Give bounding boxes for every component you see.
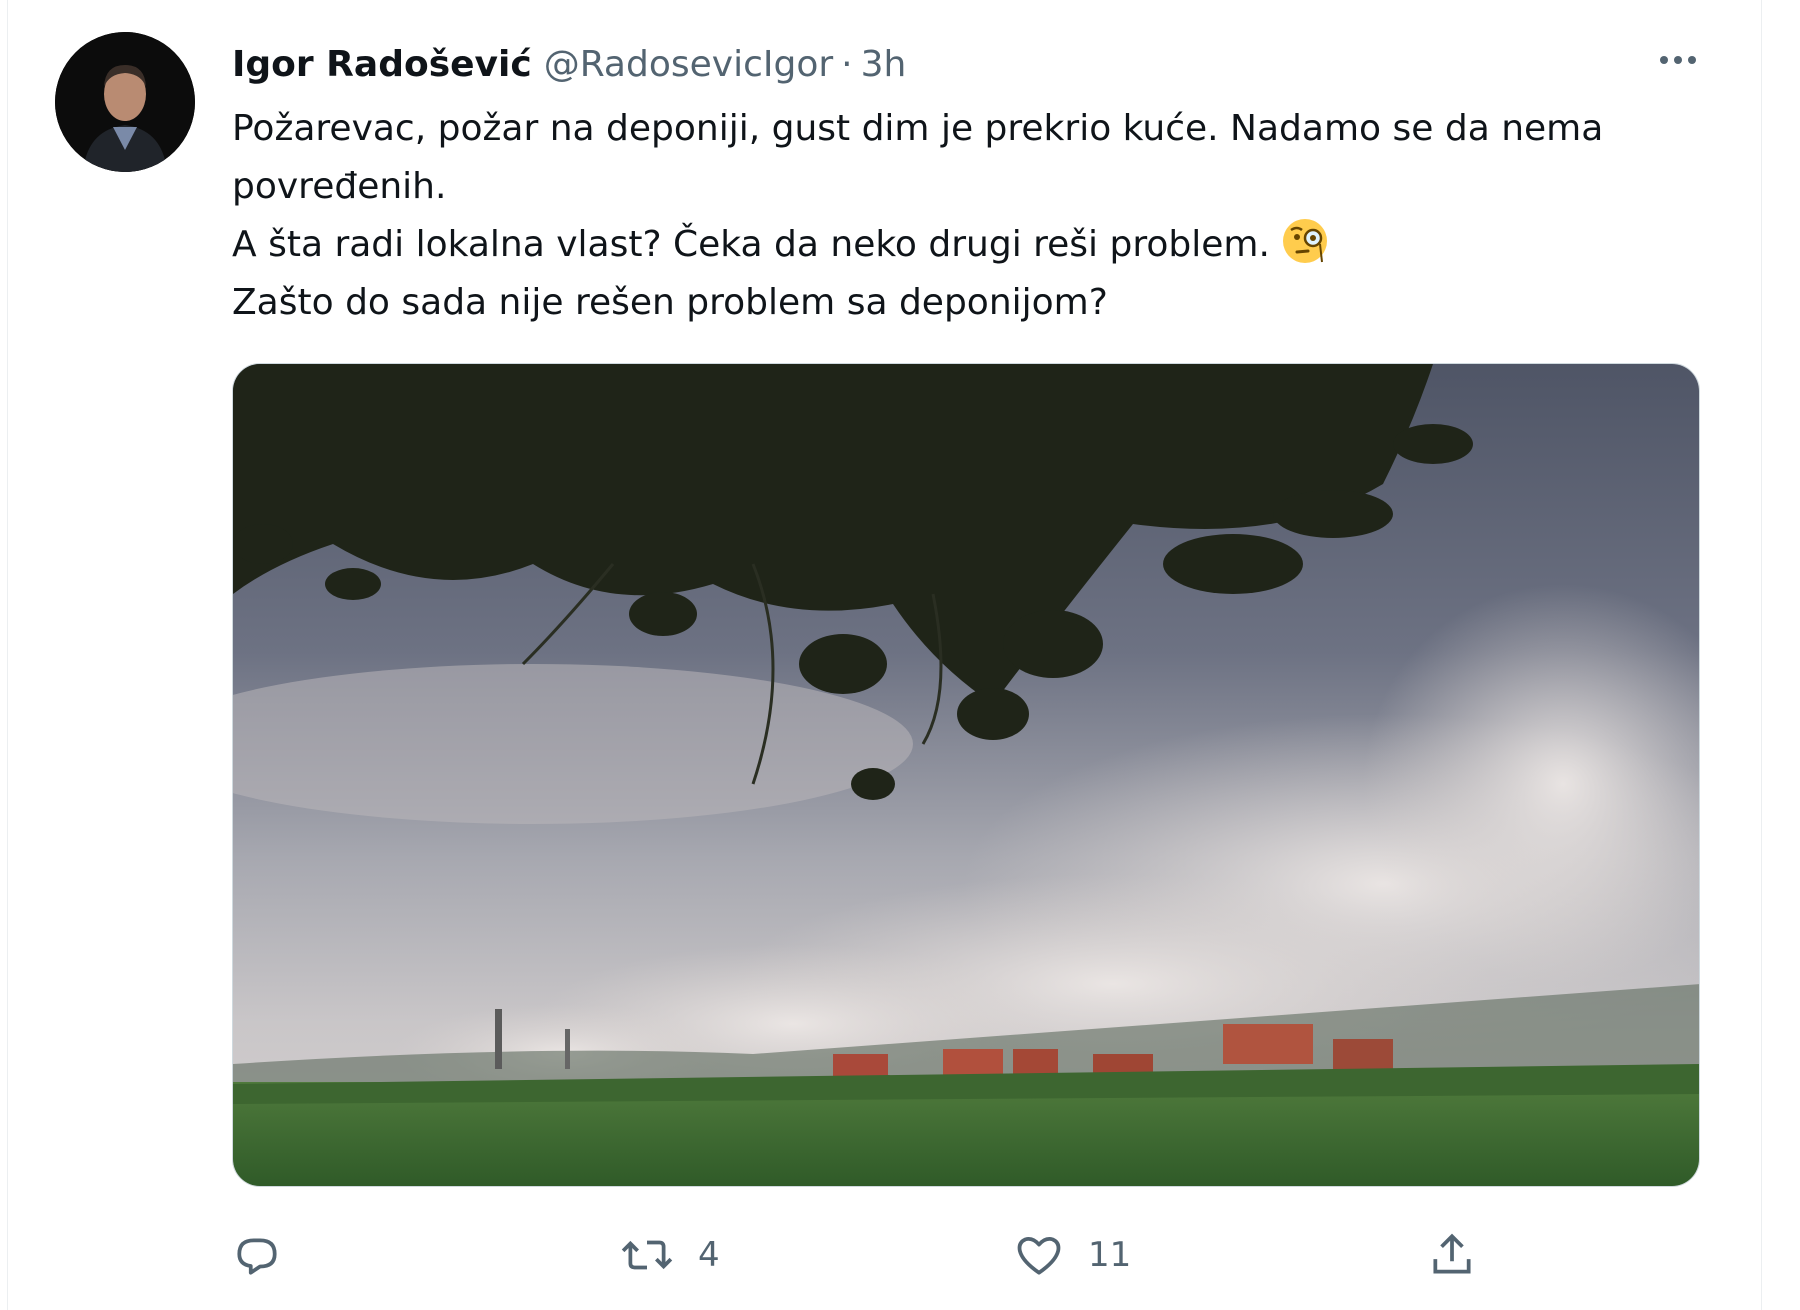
share-icon <box>1427 1230 1477 1280</box>
more-dot-icon <box>1660 56 1668 64</box>
avatar[interactable] <box>55 32 195 172</box>
like-count: 11 <box>1088 1235 1132 1275</box>
separator-dot: · <box>841 43 853 85</box>
tweet-timestamp[interactable]: 3h <box>861 44 907 85</box>
retweet-icon <box>620 1230 674 1280</box>
more-dot-icon <box>1688 56 1696 64</box>
tweet-text-line-with-emoji: A šta radi lokalna vlast? Čeka da neko d… <box>232 216 1712 274</box>
tweet-photo[interactable] <box>232 363 1700 1187</box>
tweet-text-line: Požarevac, požar na deponiji, gust dim j… <box>232 108 1604 207</box>
smoke-over-field-photo <box>233 364 1699 1186</box>
retweet-count: 4 <box>698 1235 720 1275</box>
author-handle[interactable]: @RadosevicIgor <box>544 44 833 85</box>
heart-icon <box>1014 1230 1064 1280</box>
author-name[interactable]: Igor Radošević <box>232 44 532 85</box>
tweet-header: Igor Radošević @RadosevicIgor · 3h <box>232 38 906 90</box>
share-button[interactable] <box>1427 1225 1477 1285</box>
more-dot-icon <box>1674 56 1682 64</box>
face-with-monocle-icon <box>1280 216 1330 266</box>
reply-icon <box>232 1230 282 1280</box>
more-options-button[interactable] <box>1648 38 1708 82</box>
tweet-actions: 4 11 <box>232 1225 1712 1285</box>
tweet-text-line: A šta radi lokalna vlast? Čeka da neko d… <box>232 224 1270 265</box>
reply-button[interactable] <box>232 1225 306 1285</box>
tweet-text-line: Zašto do sada nije rešen problem sa depo… <box>232 282 1108 323</box>
like-button[interactable]: 11 <box>1014 1225 1131 1285</box>
tweet-text: Požarevac, požar na deponiji, gust dim j… <box>232 100 1712 332</box>
avatar-image <box>55 32 195 172</box>
retweet-button[interactable]: 4 <box>620 1225 720 1285</box>
